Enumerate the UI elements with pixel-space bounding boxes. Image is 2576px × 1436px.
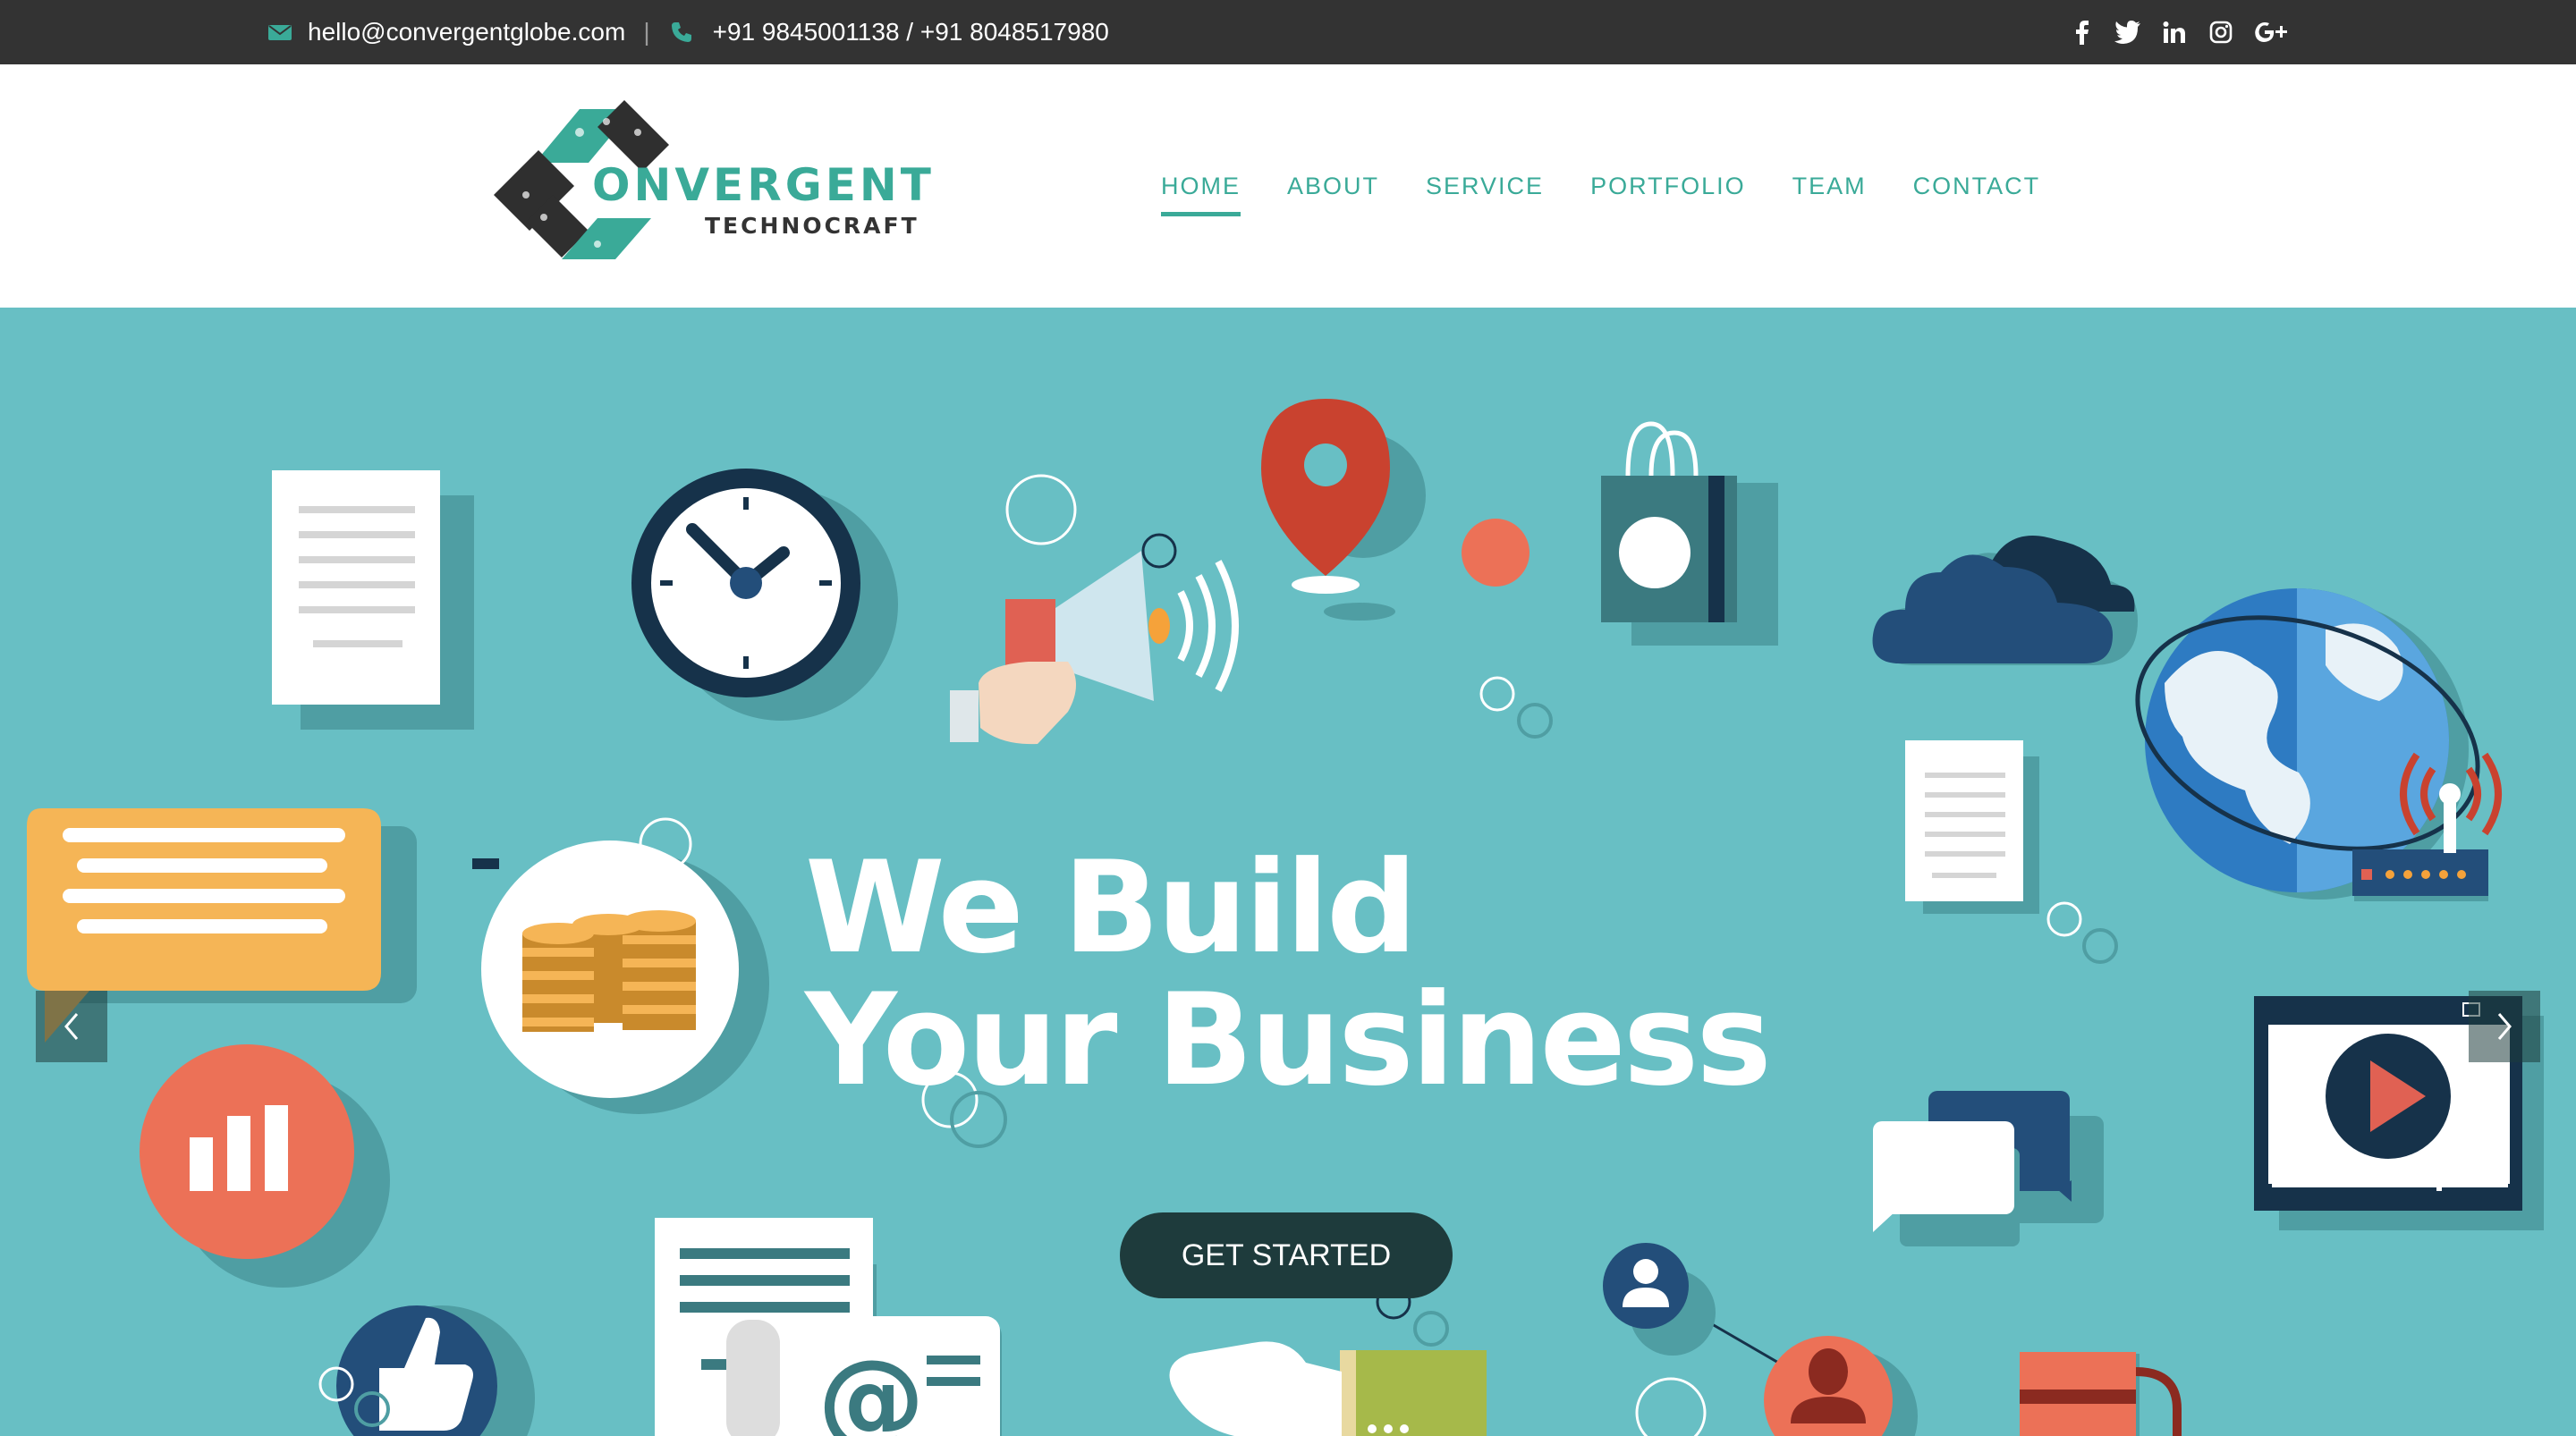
hand-card-icon bbox=[1169, 1284, 1487, 1436]
location-pin-icon bbox=[1261, 399, 1553, 739]
nav-item-home[interactable]: HOME bbox=[1161, 165, 1241, 216]
hero-slider: @ We Build Your Business GET STARTED bbox=[0, 308, 2576, 1436]
megaphone-icon bbox=[950, 474, 1239, 745]
coffee-mug-icon bbox=[2020, 1352, 2182, 1436]
contact-info: hello@convergentglobe.com | +91 98450011… bbox=[267, 0, 1109, 64]
cloud-icon bbox=[1872, 536, 2138, 665]
site-header: ONVERGENT TECHNOCRAFT HOME ABOUT SERVICE… bbox=[0, 64, 2576, 308]
bar-chart-icon bbox=[140, 1044, 390, 1288]
phone-icon bbox=[671, 22, 691, 42]
email-document-icon: @ bbox=[655, 1218, 1002, 1436]
nav-item-contact[interactable]: CONTACT bbox=[1913, 165, 2041, 207]
note-icon bbox=[1905, 740, 2118, 964]
nav-item-about[interactable]: ABOUT bbox=[1287, 165, 1379, 207]
svg-text:@: @ bbox=[818, 1338, 925, 1436]
chevron-left-icon bbox=[64, 1013, 79, 1040]
network-users-icon bbox=[1603, 1243, 1918, 1436]
nav-item-team[interactable]: TEAM bbox=[1792, 165, 1867, 207]
email-link[interactable]: hello@convergentglobe.com bbox=[308, 18, 625, 46]
nav-item-service[interactable]: SERVICE bbox=[1426, 165, 1544, 207]
clock-icon bbox=[631, 469, 898, 721]
google-plus-icon[interactable] bbox=[2254, 19, 2290, 46]
document-icon bbox=[272, 470, 474, 730]
hero-headline: We Build Your Business bbox=[805, 834, 1772, 1114]
thumbs-up-icon bbox=[318, 1305, 535, 1436]
social-links bbox=[2068, 0, 2290, 64]
brand-name: ONVERGENT bbox=[592, 159, 935, 211]
brand-subname: TECHNOCRAFT bbox=[705, 213, 919, 239]
phone-numbers[interactable]: +91 9845001138 / +91 8048517980 bbox=[713, 18, 1109, 46]
envelope-icon bbox=[268, 25, 292, 40]
separator: | bbox=[643, 18, 650, 46]
nav-item-portfolio[interactable]: PORTFOLIO bbox=[1590, 165, 1746, 207]
brand-logo[interactable]: ONVERGENT TECHNOCRAFT bbox=[490, 97, 931, 275]
shopping-bag-icon bbox=[1601, 421, 1778, 646]
hero-headline-line2: Your Business bbox=[805, 967, 1772, 1114]
chevron-right-icon bbox=[2497, 1013, 2512, 1040]
carousel-prev-button[interactable] bbox=[36, 991, 107, 1062]
instagram-icon[interactable] bbox=[2207, 19, 2234, 46]
facebook-icon[interactable] bbox=[2068, 19, 2095, 46]
top-bar: hello@convergentglobe.com | +91 98450011… bbox=[0, 0, 2576, 64]
carousel-next-button[interactable] bbox=[2469, 991, 2540, 1062]
get-started-button[interactable]: GET STARTED bbox=[1120, 1212, 1453, 1298]
twitter-icon[interactable] bbox=[2114, 19, 2141, 46]
main-nav: HOME ABOUT SERVICE PORTFOLIO TEAM CONTAC… bbox=[1161, 64, 2040, 308]
linkedin-icon[interactable] bbox=[2161, 19, 2188, 46]
hero-headline-line1: We Build bbox=[805, 834, 1418, 982]
message-bubbles-icon bbox=[1873, 1091, 2104, 1246]
